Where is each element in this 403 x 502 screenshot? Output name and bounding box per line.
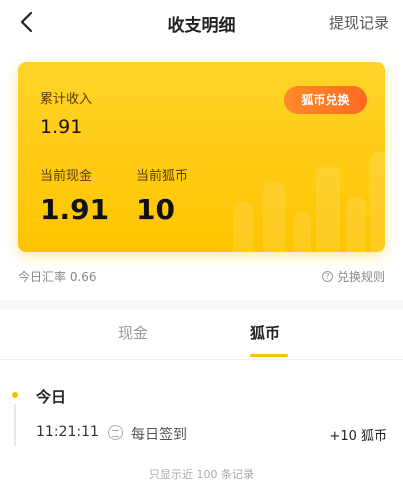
tab-cash[interactable]: 现金 (118, 322, 148, 343)
record-description: 每日签到 (131, 427, 187, 443)
card-decoration (316, 167, 340, 252)
exchange-rules-label: 兑换规则 (336, 270, 385, 284)
active-tab-indicator (250, 354, 288, 357)
card-decoration (263, 182, 285, 252)
timeline-day-heading: 今日 (36, 388, 67, 406)
current-cash-value: 1.91 (40, 193, 110, 226)
card-decoration (233, 202, 253, 252)
tab-bar: 现金 狐币 (0, 318, 403, 357)
record-amount: +10 狐币 (329, 429, 387, 444)
today-rate: 今日汇率 0.66 (18, 270, 97, 284)
current-cash-label: 当前现金 (40, 169, 93, 184)
section-divider (0, 300, 403, 310)
question-circle-icon: ? (321, 271, 333, 282)
coin-exchange-button[interactable]: 狐币兑换 (284, 86, 367, 114)
record-time: 11:21:11 (36, 424, 99, 440)
tab-coin[interactable]: 狐币 (250, 322, 280, 343)
footer-note: 只显示近 100 条记录 (149, 468, 254, 481)
page: 收支明细 提现记录 累计收入 1.91 狐币兑换 当前现金 当前狐币 1.91 … (0, 0, 403, 502)
timeline-line (14, 404, 16, 446)
top-nav: 收支明细 提现记录 (0, 0, 403, 44)
tab-bar-divider (0, 359, 403, 360)
card-decoration (293, 212, 311, 252)
withdraw-records-link[interactable]: 提现记录 (329, 12, 389, 33)
card-decoration (346, 197, 366, 252)
current-coin-value: 10 (136, 193, 175, 226)
exchange-rules-link[interactable]: ? 兑换规则 (321, 268, 385, 285)
checkin-icon (108, 425, 123, 440)
total-income-label: 累计收入 (40, 92, 93, 107)
current-coin-label: 当前狐币 (136, 169, 189, 184)
card-decoration (370, 152, 385, 252)
timeline-dot (12, 392, 18, 398)
total-income-value: 1.91 (40, 116, 83, 138)
balance-card: 累计收入 1.91 狐币兑换 当前现金 当前狐币 1.91 10 (18, 62, 385, 252)
rate-row: 今日汇率 0.66 ? 兑换规则 (18, 266, 385, 286)
